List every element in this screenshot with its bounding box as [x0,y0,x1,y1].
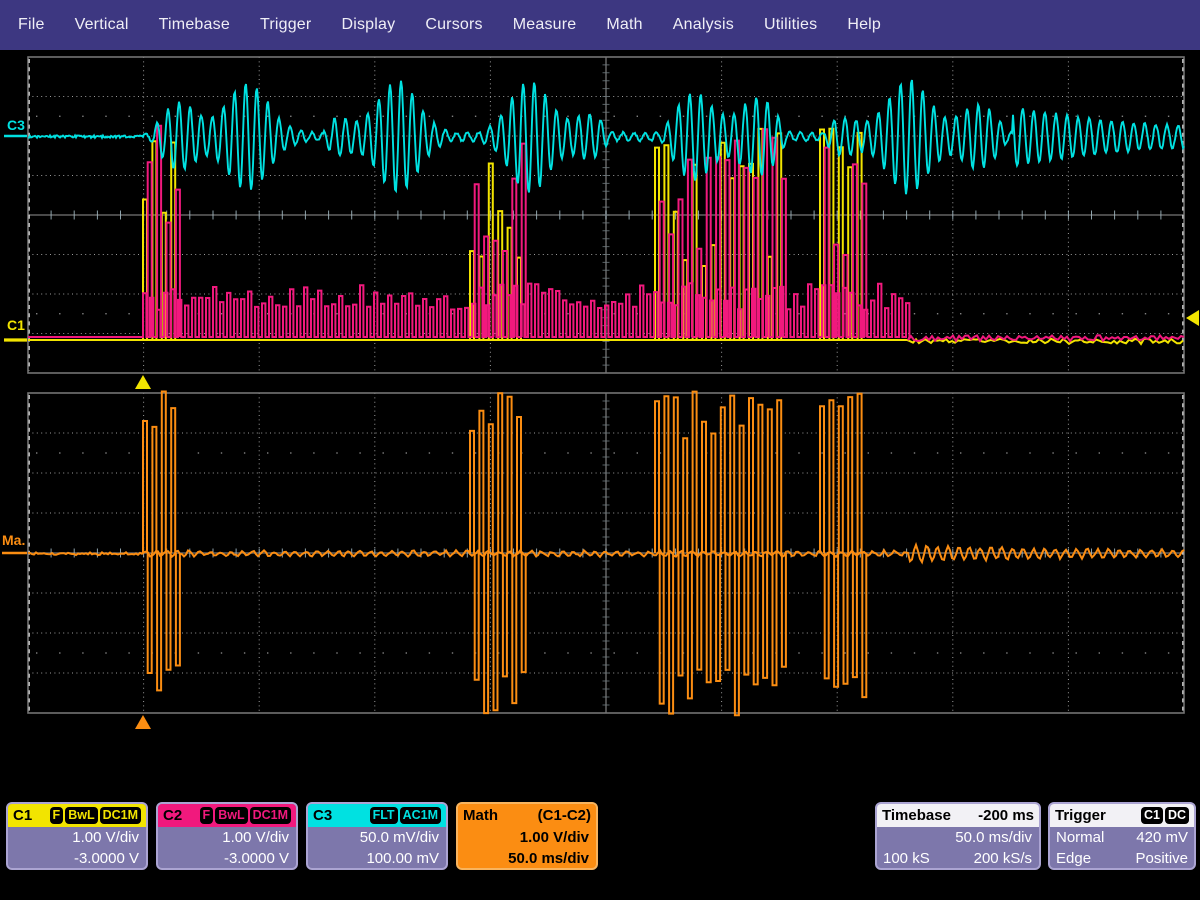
timebase-per-div: 50.0 ms/div [883,827,1032,848]
c2-badge-dc1m: DC1M [250,807,291,824]
trigger-slope: Positive [1135,848,1188,869]
channel-descriptor-c1[interactable]: C1 F BwL DC1M 1.00 V/div -3.0000 V [6,802,148,870]
timebase-samples: 100 kS [883,848,930,869]
trigger-delay-marker-bottom[interactable] [135,715,151,729]
math-timebase: 50.0 ms/div [464,848,589,869]
c1-header: C1 F BwL DC1M [8,804,146,827]
trigger-mode: Normal [1056,827,1104,848]
trigger-level-marker[interactable] [1186,310,1199,326]
c3-badge-ac1m: AC1M [400,807,441,824]
math-source: (C1-C2) [538,807,591,824]
c2-scale: 1.00 V/div [164,827,289,848]
math-header: Math (C1-C2) [458,804,596,827]
timebase-header: Timebase -200 ms [877,804,1039,827]
c2-title: C2 [163,807,182,824]
timebase-delay: -200 ms [978,807,1034,824]
trigger-descriptor[interactable]: Trigger C1 DC Normal 420 mV Edge Positiv… [1048,802,1196,870]
trace-label-math: Ma. [2,532,25,548]
timebase-descriptor[interactable]: Timebase -200 ms 50.0 ms/div 100 kS 200 … [875,802,1041,870]
trigger-delay-marker-top[interactable] [135,375,151,389]
c3-header: C3 FLT AC1M [308,804,446,827]
trigger-header: Trigger C1 DC [1050,804,1194,827]
menu-trigger[interactable]: Trigger [260,16,312,34]
c1-badge-dc1m: DC1M [100,807,141,824]
c1-title: C1 [13,807,32,824]
menu-utilities[interactable]: Utilities [764,16,817,34]
menu-cursors[interactable]: Cursors [425,16,482,34]
trigger-badge-coupling-dc: DC [1165,807,1189,824]
math-descriptor[interactable]: Math (C1-C2) 1.00 V/div 50.0 ms/div [456,802,598,870]
c2-offset: -3.0000 V [164,848,289,869]
menu-analysis[interactable]: Analysis [673,16,734,34]
c1-badge-bwl: BwL [65,807,97,824]
menu-file[interactable]: File [18,16,45,34]
c3-title: C3 [313,807,332,824]
timebase-rate: 200 kS/s [974,848,1032,869]
trigger-badge-source-c1: C1 [1141,807,1163,824]
menu-vertical[interactable]: Vertical [75,16,129,34]
trigger-level: 420 mV [1136,827,1188,848]
c2-badge-bwl: BwL [215,807,247,824]
trace-label-c3: C3 [7,117,25,133]
menu-display[interactable]: Display [341,16,395,34]
c3-offset: 100.00 mV [314,848,439,869]
c3-badge-flt: FLT [370,807,398,824]
math-scale: 1.00 V/div [464,827,589,848]
menu-timebase[interactable]: Timebase [159,16,230,34]
trace-label-c1: C1 [7,317,25,333]
c3-scale: 50.0 mV/div [314,827,439,848]
oscilloscope-screen: File Vertical Timebase Trigger Display C… [0,0,1200,900]
menu-math[interactable]: Math [606,16,642,34]
c2-header: C2 F BwL DC1M [158,804,296,827]
menu-help[interactable]: Help [847,16,881,34]
waveform-display[interactable] [0,0,1200,900]
channel-descriptor-c3[interactable]: C3 FLT AC1M 50.0 mV/div 100.00 mV [306,802,448,870]
c1-badge-coupling-f: F [50,807,64,824]
trigger-type: Edge [1056,848,1091,869]
math-title: Math [463,807,498,824]
timebase-title: Timebase [882,807,951,824]
menu-bar: File Vertical Timebase Trigger Display C… [0,0,1200,50]
menu-measure[interactable]: Measure [513,16,577,34]
channel-descriptor-c2[interactable]: C2 F BwL DC1M 1.00 V/div -3.0000 V [156,802,298,870]
trigger-title: Trigger [1055,807,1106,824]
c2-badge-coupling-f: F [200,807,214,824]
c1-scale: 1.00 V/div [14,827,139,848]
c1-offset: -3.0000 V [14,848,139,869]
